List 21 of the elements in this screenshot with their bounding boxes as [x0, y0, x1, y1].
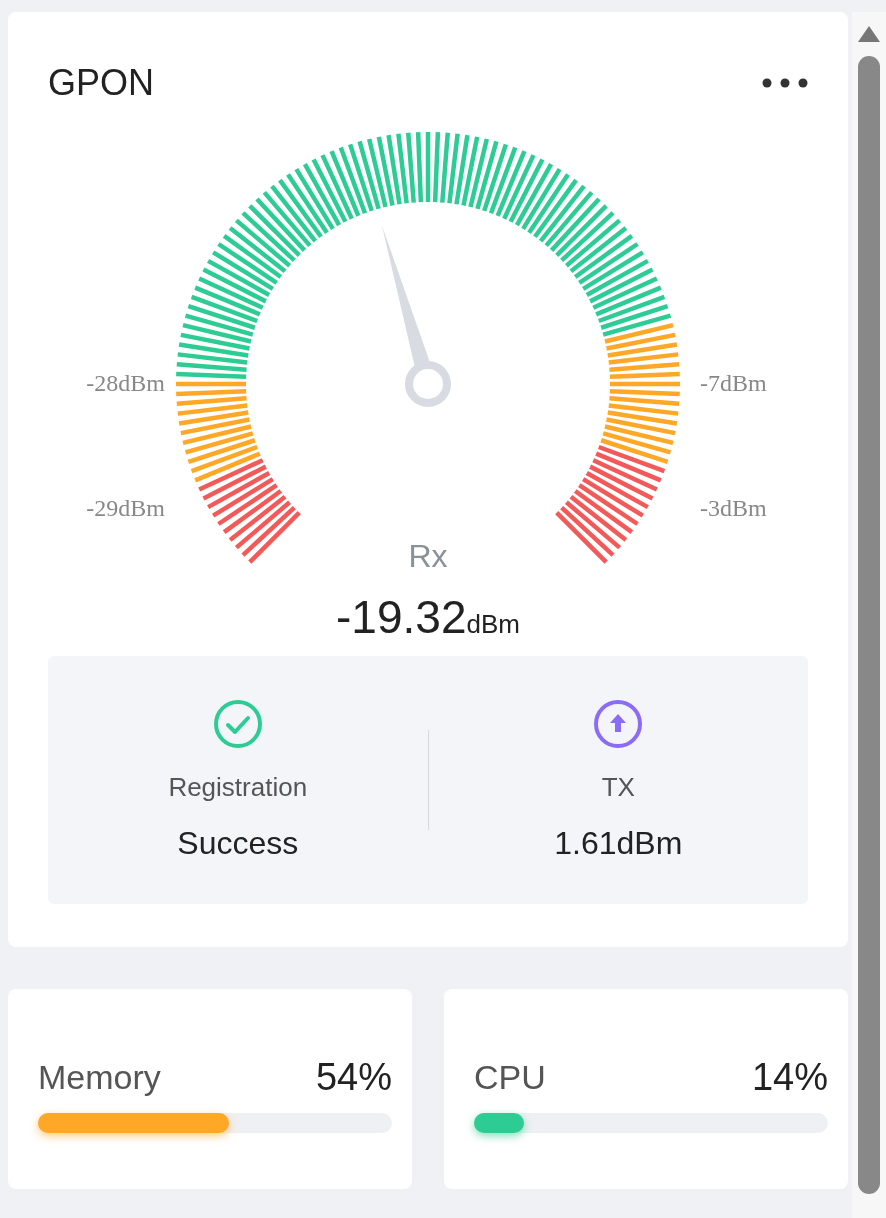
- gauge-value: -19.32dBm: [336, 590, 520, 644]
- scale-label: -28dBm: [86, 370, 165, 397]
- check-circle-icon: [211, 698, 264, 750]
- more-icon[interactable]: [762, 78, 808, 88]
- usage-value: 14%: [751, 1055, 828, 1099]
- usage-label: Memory: [38, 1057, 161, 1097]
- gauge-label: Rx: [408, 538, 448, 575]
- upload-circle-icon: [592, 698, 645, 750]
- scale-label: -29dBm: [86, 495, 165, 522]
- stat-label: TX: [601, 772, 635, 803]
- scrollbar[interactable]: [852, 12, 886, 1218]
- scale-label: -7dBm: [700, 370, 767, 397]
- card-title: GPON: [48, 62, 154, 104]
- usage-value: 54%: [315, 1055, 392, 1099]
- scale-label: -3dBm: [700, 495, 767, 522]
- stat-label: Registration: [168, 772, 308, 803]
- scrollbar-thumb[interactable]: [858, 56, 880, 1194]
- stat-value: Success: [177, 825, 299, 862]
- usage-label: CPU: [474, 1057, 546, 1097]
- stat-value: 1.61dBm: [554, 825, 683, 862]
- scroll-up-icon[interactable]: [856, 24, 882, 44]
